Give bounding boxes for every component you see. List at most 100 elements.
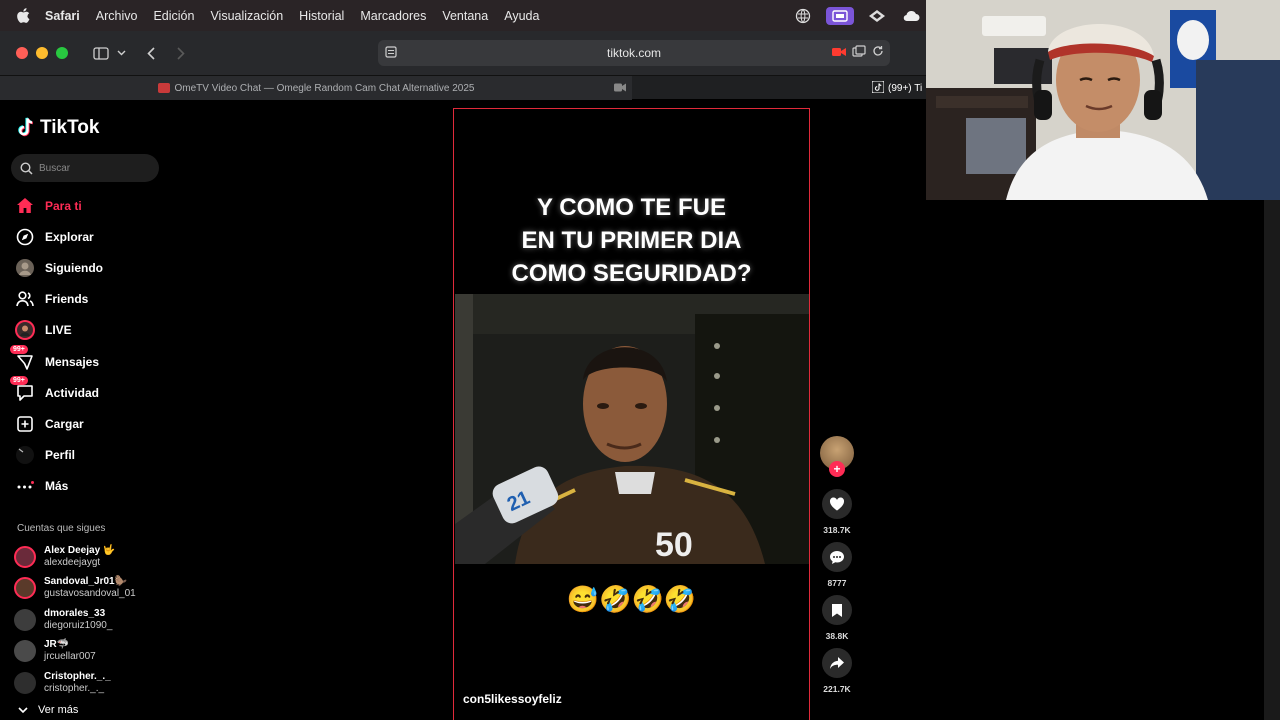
forward-button[interactable] xyxy=(170,42,192,64)
sidebar-item-cargar[interactable]: Cargar xyxy=(14,408,103,439)
list-item[interactable]: Cristopher._._ cristopher._._ xyxy=(14,667,136,699)
reload-icon[interactable] xyxy=(872,45,884,60)
live-icon xyxy=(14,319,36,341)
share-count: 221.7K xyxy=(823,684,851,694)
account-name: Alex Deejay 🤟 xyxy=(44,544,116,556)
sidebar-item-friends[interactable]: Friends xyxy=(14,284,103,315)
account-handle: cristopher._._ xyxy=(44,682,105,694)
comment-count: 8777 xyxy=(827,578,847,588)
creator-avatar[interactable]: + xyxy=(820,436,854,477)
chevron-down-icon xyxy=(18,706,28,713)
page-background-right xyxy=(926,200,1264,720)
avatar xyxy=(14,608,36,631)
diamond-icon[interactable] xyxy=(866,7,888,25)
avatar xyxy=(14,577,36,600)
cloud-icon[interactable] xyxy=(900,7,922,25)
caption-line: Y COMO TE FUE xyxy=(537,194,726,221)
camera-recording-icon[interactable] xyxy=(832,46,846,60)
sidebar-item-label: Explorar xyxy=(45,229,94,244)
apple-icon[interactable] xyxy=(17,8,31,23)
zoom-window-button[interactable] xyxy=(56,47,68,59)
see-more-button[interactable]: Ver más xyxy=(18,704,78,716)
close-window-button[interactable] xyxy=(16,47,28,59)
interview-scene-image: 50 21 xyxy=(455,294,809,564)
sidebar-toggle-icon[interactable] xyxy=(90,42,112,64)
minimize-window-button[interactable] xyxy=(36,47,48,59)
window-controls xyxy=(16,47,68,59)
globe-icon[interactable] xyxy=(792,7,814,25)
sidebar-item-perfil[interactable]: Perfil xyxy=(14,440,103,471)
tab-overview-icon[interactable] xyxy=(852,45,866,60)
following-list: Alex Deejay 🤟 alexdeejaygt Sandoval_Jr01🦫… xyxy=(14,541,136,699)
sidebar-nav: Para ti Explorar Siguiendo Friends LIVE xyxy=(10,190,103,502)
menu-marcadores[interactable]: Marcadores xyxy=(360,9,426,23)
sidebar-item-mas[interactable]: Más xyxy=(14,471,103,502)
address-bar[interactable]: tiktok.com xyxy=(378,40,890,66)
sidebar-item-label: Cargar xyxy=(45,416,84,431)
menu-visualizacion[interactable]: Visualización xyxy=(210,9,283,23)
comment-icon xyxy=(830,550,844,564)
menu-historial[interactable]: Historial xyxy=(299,9,344,23)
list-item[interactable]: dmorales_33 diegoruiz1090_ xyxy=(14,604,136,636)
svg-text:50: 50 xyxy=(655,526,693,564)
ometv-favicon-icon xyxy=(157,83,170,93)
like-count: 318.7K xyxy=(823,525,851,535)
avatar xyxy=(14,545,36,568)
video-actions: + 318.7K 8777 38.8K 221.7K xyxy=(820,436,854,696)
search-input[interactable]: Buscar xyxy=(11,154,159,182)
sidebar-item-label: Para ti xyxy=(45,198,82,213)
account-name: JR🦈 xyxy=(44,639,70,651)
sidebar-item-label: Siguiendo xyxy=(45,260,103,275)
tab-tiktok[interactable]: (99+) Ti xyxy=(871,76,922,100)
follow-plus-icon[interactable]: + xyxy=(829,461,845,477)
tiktok-favicon-icon xyxy=(871,80,885,96)
sidebar-item-siguiendo[interactable]: Siguiendo xyxy=(14,252,103,283)
save-button[interactable]: 38.8K xyxy=(820,595,854,643)
list-item[interactable]: Sandoval_Jr01🦫 gustavosandoval_01 xyxy=(14,573,136,605)
menu-edicion[interactable]: Edición xyxy=(153,9,194,23)
sidebar-item-explorar[interactable]: Explorar xyxy=(14,221,103,252)
list-item[interactable]: Alex Deejay 🤟 alexdeejaygt xyxy=(14,541,136,573)
save-count: 38.8K xyxy=(825,631,849,641)
avatar xyxy=(14,671,36,694)
friends-icon xyxy=(14,288,36,310)
status-tray xyxy=(792,0,926,31)
sidebar-item-mensajes[interactable]: 99+ Mensajes xyxy=(10,344,103,377)
account-name: Cristopher._._ xyxy=(44,670,111,682)
following-section-title: Cuentas que sigues xyxy=(17,523,106,534)
video-player[interactable]: Y COMO TE FUE EN TU PRIMER DIA COMO SEGU… xyxy=(453,108,810,720)
tab-ometv[interactable]: OmeTV Video Chat — Omegle Random Cam Cha… xyxy=(0,76,632,100)
browser-toolbar: tiktok.com xyxy=(0,31,926,75)
sidebar-item-live[interactable]: LIVE xyxy=(14,315,103,346)
sidebar-item-label: LIVE xyxy=(45,323,72,338)
sidebar-item-actividad[interactable]: 99+ Actividad xyxy=(10,375,103,408)
message-icon: 99+ xyxy=(10,344,36,373)
tiktok-logo[interactable]: TikTok xyxy=(16,117,99,139)
menu-archivo[interactable]: Archivo xyxy=(96,9,138,23)
account-name: Sandoval_Jr01🦫 xyxy=(44,576,128,588)
search-placeholder: Buscar xyxy=(39,162,71,174)
share-button[interactable]: 221.7K xyxy=(820,648,854,696)
menu-ventana[interactable]: Ventana xyxy=(442,9,488,23)
comment-button[interactable]: 8777 xyxy=(820,542,854,590)
menu-ayuda[interactable]: Ayuda xyxy=(504,9,539,23)
sidebar-item-label: Mensajes xyxy=(45,354,100,369)
screen-share-icon[interactable] xyxy=(826,6,854,25)
back-button[interactable] xyxy=(140,42,162,64)
list-item[interactable]: JR🦈 jrcuellar007 xyxy=(14,636,136,668)
video-frame: 50 21 xyxy=(455,294,809,564)
sidebar-item-para-ti[interactable]: Para ti xyxy=(14,190,103,221)
tiktok-wordmark: TikTok xyxy=(40,117,100,138)
activity-badge: 99+ xyxy=(10,375,28,385)
following-avatar-icon xyxy=(14,257,36,279)
profile-icon xyxy=(14,444,36,466)
upload-icon xyxy=(14,413,36,435)
video-author[interactable]: con5likessoyfeliz xyxy=(463,692,562,706)
tab-ometv-label: OmeTV Video Chat — Omegle Random Cam Cha… xyxy=(174,82,475,94)
page-menu-icon[interactable] xyxy=(384,45,398,62)
account-handle: alexdeejaygt xyxy=(44,556,101,568)
menu-safari[interactable]: Safari xyxy=(45,9,80,23)
scrollbar[interactable] xyxy=(1264,200,1280,720)
like-button[interactable]: 318.7K xyxy=(820,489,854,537)
chevron-down-icon[interactable] xyxy=(114,42,128,64)
